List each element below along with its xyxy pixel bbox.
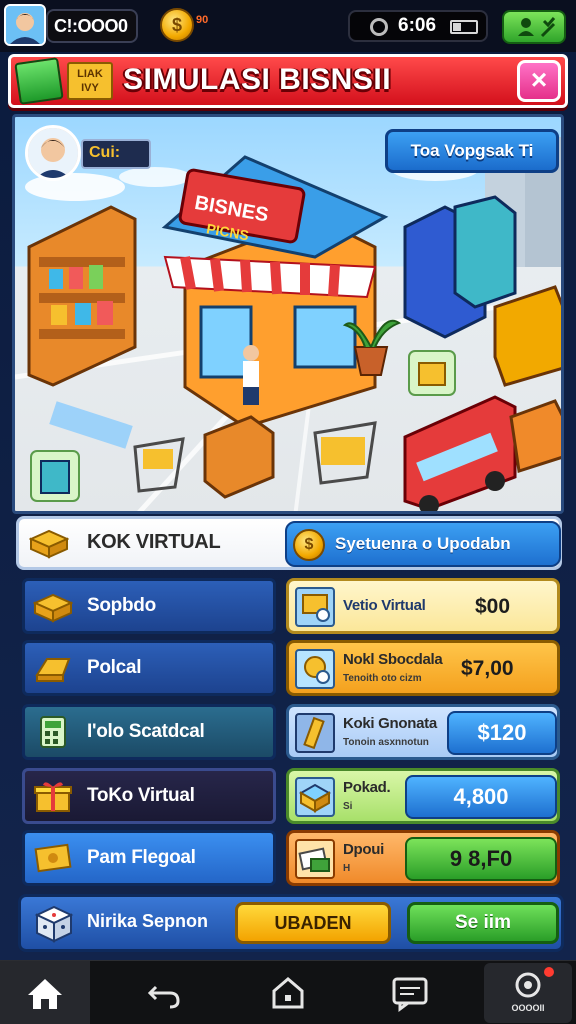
category-label: Pam Flegoal (87, 847, 196, 868)
clock-time: 6:06 (398, 15, 437, 36)
upgrade-price: $00 (475, 595, 511, 618)
nav-home-outline-button[interactable] (258, 961, 318, 1024)
system-nav-bar: OOOOII (0, 960, 576, 1024)
store-building: BISNES PICNS (161, 155, 389, 429)
cash-stack-icon (14, 57, 64, 105)
upgrade-button[interactable]: UBADEN (235, 902, 391, 944)
store-button[interactable]: Toa Vopgsak Ti (385, 129, 559, 173)
props (49, 401, 377, 499)
upgrade-subtitle: H (343, 863, 351, 874)
upgrade-row[interactable]: Nokl Sbocdala Tenoith oto cizm $7,00 (286, 640, 560, 696)
calculator-icon (40, 716, 66, 748)
sell-button[interactable]: Se iim (407, 902, 559, 944)
box-icon (29, 529, 69, 559)
record-icon (370, 18, 388, 36)
box-icon (33, 593, 73, 623)
upgrade-buy-button[interactable]: $120 (447, 711, 557, 755)
nav-recents-button[interactable] (380, 961, 440, 1024)
coin-extra-value: 90 (196, 14, 209, 26)
clock-pill: 6:06 (348, 10, 488, 42)
game-scene: BISNES PICNS Cui: Toa Vopgsak Ti (12, 114, 564, 514)
nav-settings-button[interactable]: OOOOII (484, 963, 572, 1023)
coin-counter: C!:OOO0 (46, 9, 138, 43)
upgrade-price: $7,00 (461, 657, 514, 680)
coin-machine-icon (295, 649, 335, 689)
title-banner: LIAK IVY SIMULASI BISNSII × (8, 54, 568, 108)
category-item[interactable]: Pam Flegoal (22, 830, 276, 886)
shop-header: KOK VIRTUAL $ Syetuenra o Upodabn (16, 516, 562, 570)
close-button[interactable]: × (517, 60, 561, 102)
upgrade-row[interactable]: Pokad. Si 4,800 (286, 768, 560, 824)
category-item[interactable]: Polcal (22, 640, 276, 696)
banknote-icon (34, 843, 72, 873)
user-icon (518, 17, 556, 38)
upgrade-buy-button[interactable]: 9 8,F0 (405, 837, 557, 881)
top-status-bar: C!:OOO0 $ 90 6:06 (0, 0, 576, 52)
game-screen: C!:OOO0 $ 90 6:06 LIAK IVY SIMULASI BISN… (0, 0, 576, 1024)
category-label: I'olo Scatdcal (87, 721, 205, 742)
nav-home-button[interactable] (0, 961, 90, 1024)
upgrade-subtitle: Si (343, 801, 353, 812)
upgrade-name: Nokl Sbocdala (343, 651, 443, 668)
upgrade-name: Dpoui (343, 841, 384, 858)
action-bar: Nirika Sepnon UBADEN Se iim (18, 894, 564, 952)
gold-coin-icon[interactable]: $ (160, 8, 194, 42)
player-face-icon (25, 125, 81, 181)
back-arrow-icon (147, 985, 180, 1009)
gold-bar-icon (35, 658, 71, 682)
chat-card-icon (392, 977, 428, 1012)
crate-icon (295, 777, 335, 817)
house-outline-icon (272, 977, 304, 1009)
upgrade-name: Pokad. (343, 779, 391, 796)
battery-icon (450, 20, 478, 34)
upgrade-subtitle: Tonoin asxnnotun (343, 737, 429, 748)
upgrade-row[interactable]: Vetio Virtual $00 (286, 578, 560, 634)
notification-dot (544, 967, 554, 977)
category-label: Sopbdo (87, 595, 156, 616)
target-icon (515, 972, 541, 998)
page-title: SIMULASI BISNSII (123, 63, 392, 96)
upgrade-buy-button[interactable]: 4,800 (405, 775, 557, 819)
action-label: Nirika Sepnon (87, 911, 209, 931)
delivery-truck (403, 395, 561, 511)
player-avatar-icon[interactable] (4, 4, 46, 46)
category-item[interactable]: I'olo Scatdcal (22, 704, 276, 760)
home-icon (28, 979, 62, 1009)
gold-bar-icon (295, 713, 335, 753)
player-card[interactable]: Cui: (25, 125, 151, 181)
category-label: Polcal (87, 657, 142, 678)
category-item-selected[interactable]: ToKo Virtual (22, 768, 276, 824)
vending-icon (295, 587, 335, 627)
coin-icon: $ (293, 529, 325, 561)
cash-icon (295, 839, 335, 879)
category-item[interactable]: Sopbdo (22, 578, 276, 634)
upgrade-name: Vetio Virtual (343, 597, 426, 614)
shelf-graphic (27, 205, 137, 387)
nav-back-button[interactable] (134, 961, 194, 1024)
category-label: ToKo Virtual (87, 785, 195, 806)
shop-title: KOK VIRTUAL (87, 531, 221, 553)
upgrade-subtitle: Tenoith oto cizm (343, 673, 422, 684)
player-name: Cui: (81, 139, 151, 169)
upgrade-row[interactable]: Koki Gnonata Tonoin asxnnotun $120 (286, 704, 560, 760)
nav-settings-caption: OOOOII (511, 1003, 545, 1013)
profile-button[interactable] (502, 10, 566, 44)
upgrade-row[interactable]: Dpoui H 9 8,F0 (286, 830, 560, 886)
dice-icon (34, 905, 74, 943)
upgrade-system-button[interactable]: $ Syetuenra o Upodabn (285, 521, 561, 567)
gift-icon (34, 782, 72, 812)
upgrade-system-label: Syetuenra o Upodabn (335, 534, 511, 553)
banner-tag: LIAK IVY (67, 62, 113, 100)
upgrade-name: Koki Gnonata (343, 715, 437, 732)
